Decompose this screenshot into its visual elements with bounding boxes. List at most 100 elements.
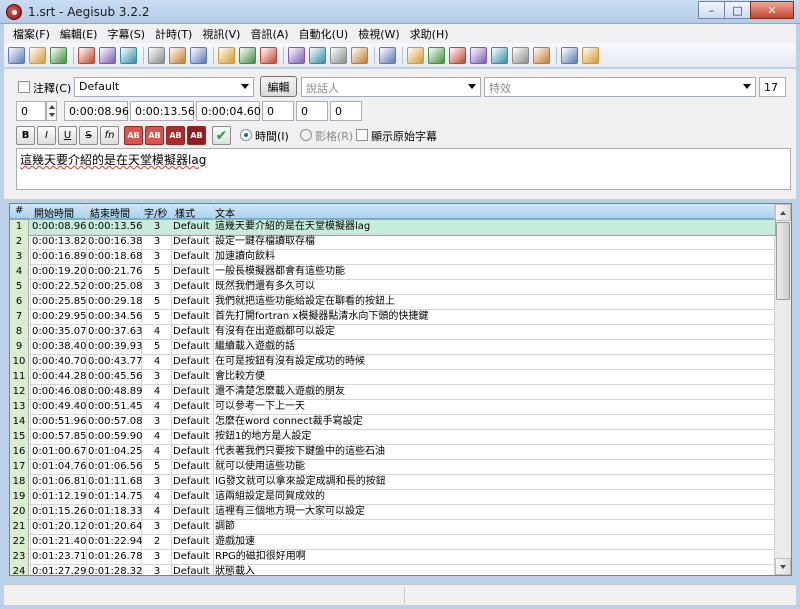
table-row[interactable]: 16 0:01:00.67 0:01:04.25 4 Default 代表著我們只要按下鍵… [10, 445, 775, 460]
header-style[interactable]: 樣式 [175, 205, 195, 220]
zoom-out-icon[interactable] [120, 46, 137, 64]
table-row[interactable]: 3 0:00:16.89 0:00:18.68 3 Default 加速讀向飲料 [10, 250, 775, 265]
close-button[interactable]: ✕ [750, 1, 794, 19]
menu-edit[interactable]: 編輯(E) [55, 26, 103, 42]
attachments-icon[interactable] [260, 46, 277, 64]
menu-help[interactable]: 求助(H) [405, 26, 454, 42]
menu-subtitle[interactable]: 字幕(S) [102, 26, 150, 42]
table-row[interactable]: 18 0:01:06.81 0:01:11.68 3 Default IG發文就可以拿來設… [10, 475, 775, 490]
menu-timing[interactable]: 計時(T) [150, 26, 197, 42]
margin-right-field[interactable]: 0 [296, 101, 328, 121]
table-row[interactable]: 21 0:01:20.12 0:01:20.64 3 Default 調節 [10, 520, 775, 535]
shadow-color-button[interactable]: AB [187, 126, 206, 145]
edit-style-button[interactable]: 編輯 [260, 76, 297, 97]
options-icon[interactable] [561, 46, 578, 64]
font-collector-icon[interactable] [533, 46, 550, 64]
style-dropdown[interactable]: Default [74, 77, 254, 97]
header-text[interactable]: 文本 [215, 205, 235, 220]
effect-dropdown[interactable]: 特效 [484, 77, 756, 97]
save-icon[interactable] [50, 46, 67, 64]
layer-spinner[interactable] [46, 101, 57, 121]
zoom-in-icon[interactable] [99, 46, 116, 64]
table-row[interactable]: 24 0:01:27.29 0:01:28.32 3 Default 狀態載入 [10, 565, 775, 575]
table-row[interactable]: 5 0:00:22.52 0:00:25.08 3 Default 既然我們還有多久可以 [10, 280, 775, 295]
timing-post-icon[interactable] [428, 46, 445, 64]
layer-field[interactable]: 17 [759, 77, 786, 97]
actor-dropdown[interactable]: 說話人 [301, 77, 481, 97]
italic-button[interactable]: I [37, 126, 56, 145]
table-row[interactable]: 22 0:01:21.40 0:01:22.94 2 Default 遊戲加速 [10, 535, 775, 550]
table-row[interactable]: 19 0:01:12.19 0:01:14.75 4 Default 這兩組設定是同賀成效… [10, 490, 775, 505]
find-icon[interactable] [330, 46, 347, 64]
table-row[interactable]: 23 0:01:23.71 0:01:26.78 3 Default RPG的磁扣很好用啊 [10, 550, 775, 565]
menu-video[interactable]: 視訊(V) [197, 26, 245, 42]
frame-radio[interactable] [300, 129, 312, 141]
replace-icon[interactable] [351, 46, 368, 64]
table-row[interactable]: 12 0:00:46.08 0:00:48.89 4 Default 還不清楚怎麼載入遊戲… [10, 385, 775, 400]
stop-icon[interactable] [470, 46, 487, 64]
translation-icon[interactable] [309, 46, 326, 64]
menu-file[interactable]: 檔案(F) [8, 26, 55, 42]
video-keyframe-icon[interactable] [148, 46, 165, 64]
new-file-icon[interactable] [8, 46, 25, 64]
table-row[interactable]: 2 0:00:13.82 0:00:16.38 3 Default 設定一鍵存檔讀取存檔 [10, 235, 775, 250]
grid-scrollbar[interactable] [774, 204, 791, 575]
menu-audio[interactable]: 音訊(A) [245, 26, 293, 42]
table-row[interactable]: 20 0:01:15.26 0:01:18.33 4 Default 這裡有三個地方現一大… [10, 505, 775, 520]
style-manager-icon[interactable] [239, 46, 256, 64]
time-radio[interactable] [240, 129, 252, 141]
header-start-time[interactable]: 開始時間 [34, 205, 74, 220]
scroll-up-icon[interactable] [775, 204, 791, 221]
margin-left-field[interactable]: 0 [262, 101, 294, 121]
menu-automation[interactable]: 自動化(U) [294, 26, 354, 42]
spellcheck-icon[interactable] [512, 46, 529, 64]
shift-times-icon[interactable] [288, 46, 305, 64]
bold-button[interactable]: B [16, 126, 35, 145]
table-row[interactable]: 10 0:00:40.70 0:00:43.77 4 Default 在可是按鈕有沒有設定… [10, 355, 775, 370]
subtitle-grid[interactable]: # 開始時間 結束時間 字/秒 樣式 文本 1 0:00:08.96 0:00:13… [9, 203, 792, 576]
font-button[interactable]: fn [100, 126, 119, 145]
resample-icon[interactable] [449, 46, 466, 64]
video-details-icon[interactable] [190, 46, 207, 64]
header-number[interactable]: # [15, 205, 23, 216]
outline-color-button[interactable]: AB [166, 126, 185, 145]
table-row[interactable]: 7 0:00:29.95 0:00:34.56 5 Default 首先打開fortran… [10, 310, 775, 325]
clock-icon[interactable] [491, 46, 508, 64]
header-cps[interactable]: 字/秒 [144, 205, 167, 220]
scroll-thumb[interactable] [776, 222, 790, 300]
underline-button[interactable]: U [58, 126, 77, 145]
table-row[interactable]: 1 0:00:08.96 0:00:13.56 3 Default 這幾天要介紹的是在天堂… [10, 219, 776, 236]
aegisub-app-icon[interactable] [6, 4, 22, 20]
table-row[interactable]: 6 0:00:25.85 0:00:29.18 5 Default 我們就把這些功能給設定… [10, 295, 775, 310]
table-row[interactable]: 14 0:00:51.96 0:00:57.08 3 Default 怎麼在word co… [10, 415, 775, 430]
automation-icon[interactable] [379, 46, 396, 64]
minimize-button[interactable]: – [698, 1, 725, 19]
commit-icon[interactable]: ✔ [212, 126, 231, 145]
subtitle-text-editor[interactable]: 這幾天要介紹的是在天堂模擬器lag [16, 148, 791, 190]
comment-checkbox[interactable] [18, 81, 30, 93]
table-row[interactable]: 8 0:00:35.07 0:00:37.63 4 Default 有沒有在出遊戲都可以設… [10, 325, 775, 340]
layer-spin-field[interactable]: 0 [16, 101, 46, 121]
show-original-checkbox[interactable] [356, 129, 368, 141]
hotkeys-icon[interactable] [582, 46, 599, 64]
snap-to-scene-icon[interactable] [407, 46, 424, 64]
scroll-down-icon[interactable] [775, 558, 791, 575]
margin-vertical-field[interactable]: 0 [330, 101, 362, 121]
table-row[interactable]: 13 0:00:49.40 0:00:51.45 4 Default 可以參考一下上一天 [10, 400, 775, 415]
styles-icon[interactable] [218, 46, 235, 64]
header-end-time[interactable]: 結束時間 [90, 205, 130, 220]
primary-color-button[interactable]: AB [124, 126, 143, 145]
table-row[interactable]: 11 0:00:44.28 0:00:45.56 3 Default 會比較方便 [10, 370, 775, 385]
duration-field[interactable]: 0:00:04.60 [196, 101, 261, 121]
table-row[interactable]: 9 0:00:38.40 0:00:39.93 5 Default 繼續載入遊戲的話 [10, 340, 775, 355]
maximize-button[interactable]: □ [724, 1, 751, 19]
open-file-icon[interactable] [29, 46, 46, 64]
table-row[interactable]: 15 0:00:57.85 0:00:59.90 4 Default 按鈕1的地方是人設定 [10, 430, 775, 445]
video-jump-icon[interactable] [169, 46, 186, 64]
strikeout-button[interactable]: S [79, 126, 98, 145]
table-row[interactable]: 17 0:01:04.76 0:01:06.56 5 Default 就可以使用這些功能 [10, 460, 775, 475]
jump-to-icon[interactable] [78, 46, 95, 64]
table-row[interactable]: 4 0:00:19.20 0:00:21.76 5 Default 一般長模擬器都會有這些… [10, 265, 775, 280]
end-time-field[interactable]: 0:00:13.56 [130, 101, 195, 121]
secondary-color-button[interactable]: AB [145, 126, 164, 145]
